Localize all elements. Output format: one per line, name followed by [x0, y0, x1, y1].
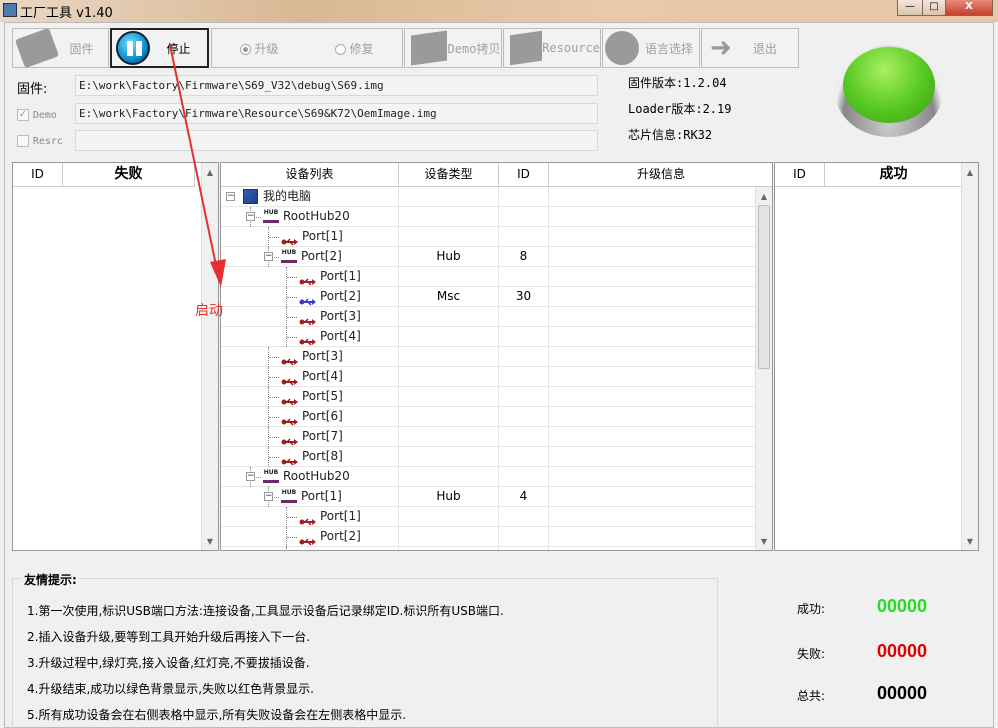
tip-item: 1.第一次使用,标识USB端口方法:连接设备,工具显示设备后记录绑定ID.标识所… — [27, 604, 504, 618]
fail-count-label: 失败: — [797, 647, 826, 661]
tip-item: 5.所有成功设备会在右侧表格中显示,所有失败设备会在左侧表格中显示. — [27, 708, 407, 722]
total-count-label: 总共: — [797, 689, 826, 703]
tip-item: 2.插入设备升级,要等到工具开始升级后再接入下一台. — [27, 630, 311, 644]
fail-count: 00000 — [877, 641, 928, 661]
annotation-label: 启动 — [195, 303, 223, 319]
success-count: 00000 — [877, 596, 928, 616]
tip-item: 4.升级结束,成功以绿色背景显示,失败以红色背景显示. — [27, 682, 314, 696]
total-count: 00000 — [877, 683, 928, 703]
tip-item: 3.升级过程中,绿灯亮,接入设备,红灯亮,不要拔插设备. — [27, 656, 310, 670]
tips-title: 友情提示: — [22, 571, 79, 588]
success-count-label: 成功: — [797, 602, 826, 616]
